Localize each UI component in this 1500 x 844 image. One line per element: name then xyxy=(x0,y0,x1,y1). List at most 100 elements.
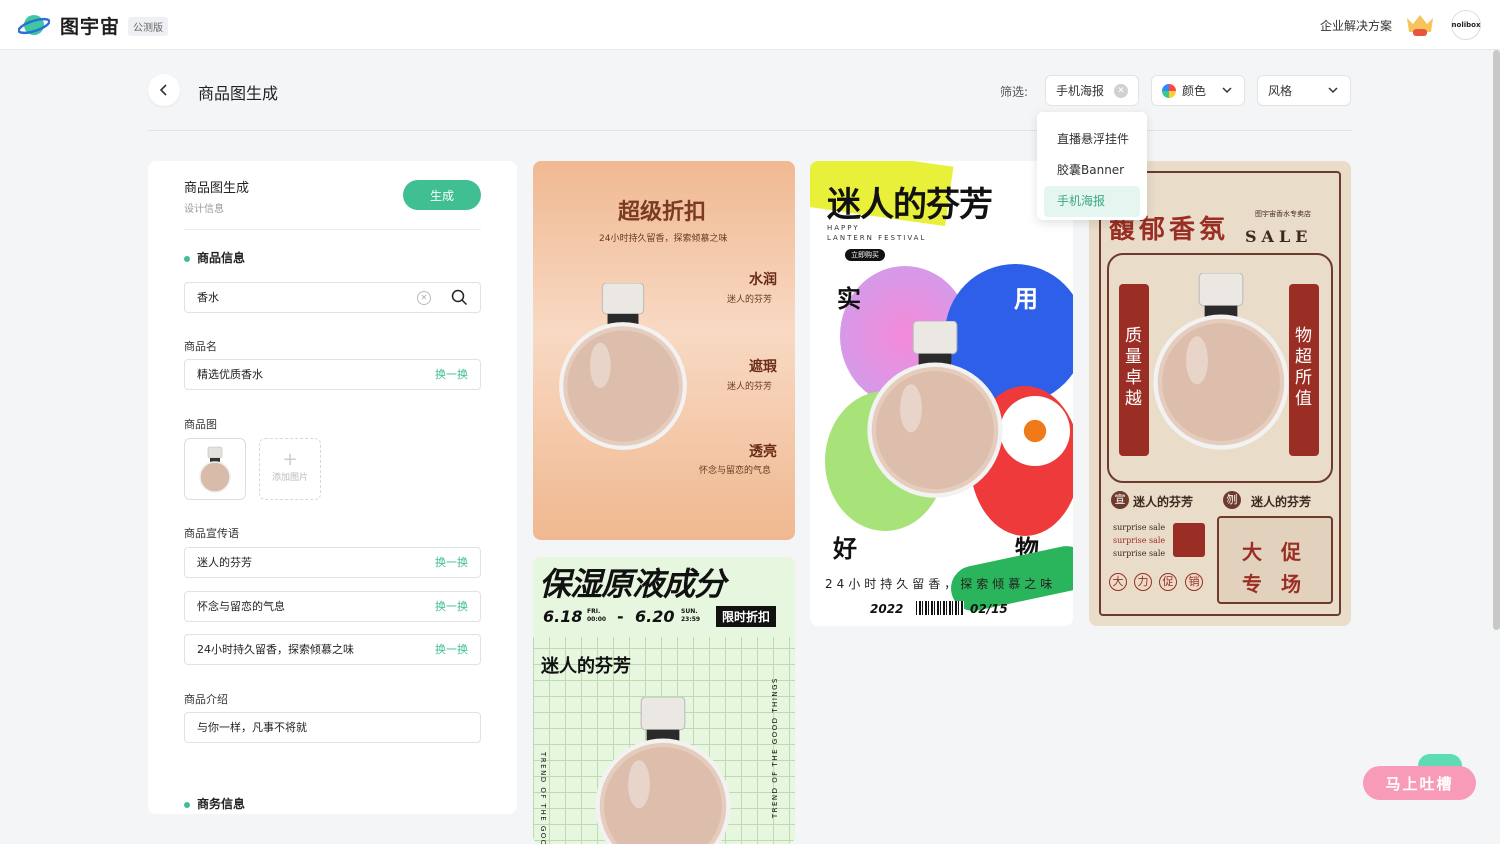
card2-slogan: 24小时持久留香，探索倾慕之味 xyxy=(825,577,1057,591)
promo-box xyxy=(1217,516,1333,604)
section-label: 商务信息 xyxy=(197,797,246,811)
card1-sub: 24小时持久留香，探索倾慕之味 xyxy=(599,234,728,244)
card2-date: 02/15 xyxy=(970,602,1008,616)
section-dot xyxy=(184,801,190,808)
product-image-thumb[interactable] xyxy=(184,438,246,500)
card2-en-2: LANTERN FESTIVAL xyxy=(827,234,927,242)
card4-side-left: TREND OF THE GOO xyxy=(539,752,547,844)
chevron-down-icon xyxy=(1222,87,1232,94)
slogan-field-3[interactable]: 24小时持久留香，探索倾慕之味 换一换 xyxy=(184,634,481,665)
vip-crown-icon[interactable] xyxy=(1404,12,1436,38)
intro-value: 与你一样，凡事不将就 xyxy=(197,721,307,734)
card4-date-1: 6.18 xyxy=(543,607,583,626)
card1-feature-2: 遮瑕 xyxy=(749,359,777,375)
swap-button[interactable]: 换一换 xyxy=(435,360,468,389)
card3-right: 物超所值 xyxy=(1295,326,1312,409)
slogan-label: 商品宣传语 xyxy=(184,527,239,540)
card3-en-2: surprise sale xyxy=(1113,536,1166,545)
card1-feature-2-sub: 迷人的芬芳 xyxy=(727,382,773,392)
card3-en-1: surprise sale xyxy=(1113,523,1166,532)
filter-label: 筛选: xyxy=(1000,85,1029,99)
clear-icon[interactable]: ✕ xyxy=(1114,84,1128,98)
beta-badge: 公测版 xyxy=(128,17,168,36)
plus-icon: + xyxy=(282,449,298,470)
slogan-field-2[interactable]: 怀念与留恋的气息 换一换 xyxy=(184,591,481,622)
barcode xyxy=(916,601,964,615)
intro-field[interactable]: 与你一样，凡事不将就 xyxy=(184,712,481,743)
card3-shop: 图宇宙香水专卖店 xyxy=(1255,210,1311,218)
card4-tag: 限时折扣 xyxy=(716,606,777,627)
filter-chip-poster[interactable]: 手机海报 ✕ xyxy=(1045,75,1139,106)
chevron-left-icon xyxy=(159,84,167,96)
card2-title: 迷人的芬芳 xyxy=(827,185,993,225)
clear-icon[interactable]: ✕ xyxy=(417,291,431,305)
card4-date-2: 6.20 xyxy=(635,607,675,626)
slogan-value: 怀念与留恋的气息 xyxy=(197,600,285,613)
card3-small-3: 促 xyxy=(1159,573,1177,591)
feedback-button[interactable]: 马上吐槽 xyxy=(1363,766,1476,800)
panel-subtitle: 设计信息 xyxy=(184,204,224,215)
card3-sale: SALE xyxy=(1245,227,1313,246)
card3-en-3: surprise sale xyxy=(1113,549,1166,558)
perfume-bottle-icon xyxy=(593,697,733,844)
page-scrollbar[interactable] xyxy=(1493,50,1500,630)
filter-style-label: 风格 xyxy=(1268,84,1293,98)
card3-big-3: 专 xyxy=(1242,572,1262,596)
perfume-bottle-icon xyxy=(199,446,231,493)
card4-dash: - xyxy=(617,607,624,626)
card1-feature-1: 水润 xyxy=(749,272,777,288)
planet-logo-icon[interactable] xyxy=(18,10,50,40)
card2-char-1: 实 xyxy=(837,285,861,313)
filter-chip-label: 手机海报 xyxy=(1056,84,1105,98)
search-input[interactable]: 香水 ✕ xyxy=(184,282,481,313)
color-wheel-icon xyxy=(1162,83,1176,98)
swap-button[interactable]: 换一换 xyxy=(435,592,468,621)
card2-buy-badge: 立即购买 xyxy=(845,249,885,261)
product-image-label: 商品图 xyxy=(184,418,217,431)
section-business-info: 商务信息 xyxy=(184,795,245,812)
logo-text[interactable]: 图宇宙 xyxy=(60,12,120,39)
poster-card-moisture[interactable]: 保湿原液成分 6.18 FRI. 00:00 - 6.20 SUN. 23:59… xyxy=(533,557,795,844)
perfume-bottle-icon xyxy=(553,283,693,453)
slogan-field-1[interactable]: 迷人的芬芳 换一换 xyxy=(184,547,481,578)
card3-big-2: 促 xyxy=(1281,540,1301,564)
perfume-bottle-icon xyxy=(865,321,1005,501)
poster-card-discount[interactable]: 超级折扣 24小时持久留香，探索倾慕之味 水润 迷人的芬芳 遮瑕 迷人的芬芳 透… xyxy=(533,161,795,540)
chevron-down-icon xyxy=(1328,87,1338,94)
dropdown-item-capsule-banner[interactable]: 胶囊Banner xyxy=(1037,155,1147,186)
add-image-button[interactable]: + 添加图片 xyxy=(259,438,321,500)
card3-text-1: 迷人的芬芳 xyxy=(1133,495,1194,509)
search-icon[interactable] xyxy=(451,289,468,306)
poster-card-fragrance[interactable]: 馥郁香氛 图宇宙香水专卖店 SALE 质量卓越 物超所值 宣 迷人的芬芳 刎 迷… xyxy=(1089,161,1351,626)
swap-button[interactable]: 换一换 xyxy=(435,635,468,664)
card1-feature-3-sub: 怀念与留恋的气息 xyxy=(699,466,772,476)
card2-year: 2022 xyxy=(870,602,904,616)
slogan-value: 24小时持久留香，探索倾慕之味 xyxy=(197,643,354,656)
card3-mark-2: 刎 xyxy=(1223,491,1241,509)
card3-small-1: 大 xyxy=(1109,573,1127,591)
card4-date-2-time: 23:59 xyxy=(681,616,701,623)
poster-card-charming[interactable]: 迷人的芬芳 HAPPY LANTERN FESTIVAL 立即购买 实 用 好 … xyxy=(810,161,1073,626)
card4-side-right: TREND OF THE GOOD THINGS xyxy=(771,677,779,819)
generate-button[interactable]: 生成 xyxy=(403,180,481,210)
enterprise-link[interactable]: 企业解决方案 xyxy=(1320,17,1392,34)
back-button[interactable] xyxy=(148,74,180,106)
dropdown-item-mobile-poster[interactable]: 手机海报 xyxy=(1044,186,1140,217)
search-value: 香水 xyxy=(197,291,219,304)
card4-date-1-time: 00:00 xyxy=(587,616,607,623)
dropdown-item-live-widget[interactable]: 直播悬浮挂件 xyxy=(1037,124,1147,155)
filter-style-select[interactable]: 风格 xyxy=(1257,75,1351,106)
card3-small-2: 力 xyxy=(1134,573,1152,591)
section-dot xyxy=(184,255,190,262)
intro-label: 商品介绍 xyxy=(184,693,228,706)
card4-sub: 迷人的芬芳 xyxy=(541,656,631,677)
filter-color-select[interactable]: 颜色 xyxy=(1151,75,1245,106)
avatar[interactable]: nolibox xyxy=(1451,10,1481,40)
add-image-label: 添加图片 xyxy=(271,473,308,483)
design-info-panel: 商品图生成 设计信息 生成 商品信息 香水 ✕ 商品名 精选优质香水 换一换 商… xyxy=(148,161,517,814)
panel-divider xyxy=(184,229,481,230)
card3-text-2: 迷人的芬芳 xyxy=(1251,495,1312,509)
product-name-field[interactable]: 精选优质香水 换一换 xyxy=(184,359,481,390)
card3-small-4: 销 xyxy=(1185,573,1203,591)
swap-button[interactable]: 换一换 xyxy=(435,548,468,577)
